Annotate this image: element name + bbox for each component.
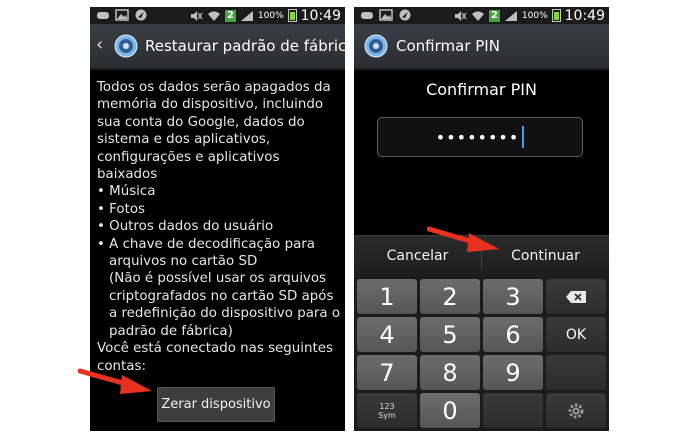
wifi-icon: [471, 11, 484, 21]
key-6[interactable]: 6: [483, 317, 543, 352]
wifi-icon: [207, 11, 220, 21]
signal-icon: [240, 10, 253, 21]
image-icon: [379, 9, 393, 21]
key-4[interactable]: 4: [357, 317, 417, 352]
pin-heading: Confirmar PIN: [426, 80, 537, 99]
page-title: Confirmar PIN: [396, 37, 500, 55]
title-bar: Confirmar PIN: [354, 24, 609, 70]
reset-device-button[interactable]: Zerar dispositivo: [157, 387, 275, 422]
red-arrow-icon: [427, 226, 499, 252]
key-9[interactable]: 9: [483, 355, 543, 390]
keyboard-settings-key[interactable]: [546, 393, 606, 428]
settings-gear-icon[interactable]: [363, 33, 389, 59]
ok-key[interactable]: OK: [546, 317, 606, 352]
settings-gear-icon: [568, 403, 584, 418]
list-item: • Outros dados do usuário: [97, 219, 274, 235]
backspace-icon: [566, 290, 586, 303]
network-badge: 2: [224, 9, 236, 22]
red-arrow-icon: [78, 368, 152, 394]
location-icon: [399, 9, 411, 21]
symbols-top-label: 123: [379, 401, 395, 411]
signal-icon: [504, 10, 517, 21]
clock: 10:49: [564, 7, 605, 24]
key-3[interactable]: 3: [483, 279, 543, 314]
gamepad-icon: [97, 12, 109, 19]
status-bar: 2 100% 10:49: [354, 7, 609, 24]
title-bar: ‹ Restaurar padrão de fábrica: [90, 24, 345, 70]
intro-text: Todos os dados serão apagados da memória…: [97, 80, 331, 183]
page-title: Restaurar padrão de fábrica: [145, 37, 345, 55]
mute-icon: [454, 10, 467, 21]
sd-note: (Não é possível usar os arquivos criptog…: [109, 271, 341, 339]
list-item: • Música: [97, 184, 156, 200]
network-badge: 2: [488, 9, 500, 22]
key-7[interactable]: 7: [357, 355, 417, 390]
status-bar: 2 100% 10:49: [90, 7, 345, 24]
phone-screen-right: 2 100% 10:49 Confirmar PIN Confirmar PIN…: [354, 7, 609, 431]
key-0[interactable]: 0: [420, 393, 480, 428]
pin-input[interactable]: ••••••••: [377, 117, 583, 157]
battery-percent: 100%: [257, 10, 284, 21]
empty-key: [483, 393, 543, 428]
key-2[interactable]: 2: [420, 279, 480, 314]
clock: 10:49: [300, 7, 341, 24]
battery-icon: [287, 9, 297, 22]
empty-key: [546, 355, 606, 390]
pin-value: ••••••••: [435, 127, 520, 147]
warning-text: Todos os dados serão apagados da memória…: [97, 79, 342, 375]
mute-icon: [190, 10, 203, 21]
symbols-key[interactable]: 123 Sym: [357, 393, 417, 428]
backspace-key[interactable]: [546, 279, 606, 314]
settings-gear-icon[interactable]: [113, 33, 139, 59]
location-icon: [135, 9, 147, 21]
gamepad-icon: [361, 12, 373, 19]
back-chevron-icon[interactable]: ‹: [96, 34, 103, 55]
text-cursor: [522, 126, 525, 148]
battery-icon: [551, 9, 561, 22]
symbols-bottom-label: Sym: [378, 410, 396, 420]
key-5[interactable]: 5: [420, 317, 480, 352]
image-icon: [115, 9, 129, 21]
list-item: • Fotos: [97, 201, 145, 217]
key-8[interactable]: 8: [420, 355, 480, 390]
key-1[interactable]: 1: [357, 279, 417, 314]
numeric-keypad: 1 2 3 4 5 6 OK 7 8 9 123 Sym 0: [354, 276, 609, 431]
list-item: • A chave de decodificação para arquivos…: [97, 236, 315, 270]
battery-percent: 100%: [521, 10, 548, 21]
